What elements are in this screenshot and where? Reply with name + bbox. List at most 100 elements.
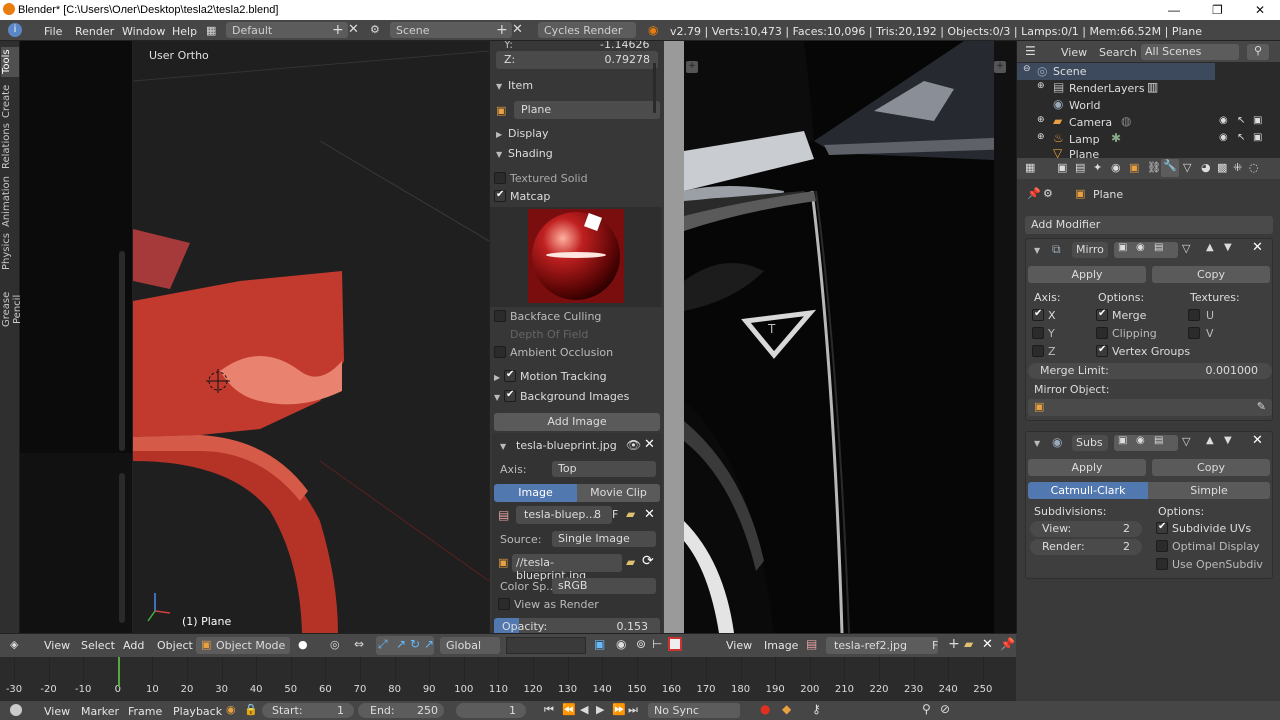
textured-solid-checkbox[interactable] xyxy=(494,172,506,184)
rotate-manipulator-icon[interactable]: ↻ xyxy=(410,637,420,651)
bg-image-expand-icon[interactable]: ▼ xyxy=(500,442,506,451)
ambient-occlusion-checkbox[interactable] xyxy=(494,346,506,358)
collapse-icon[interactable]: ⊖ xyxy=(1023,64,1031,74)
render-engine-selector[interactable]: Cycles Render xyxy=(538,22,636,38)
world-tab-icon[interactable]: ◉ xyxy=(1111,161,1121,174)
image-datablock-field[interactable]: tesla-bluep... 8 xyxy=(516,506,612,524)
shading-expand-icon[interactable]: ▼ xyxy=(496,150,502,159)
image-editor-icon[interactable] xyxy=(668,637,682,651)
move-up-icon[interactable]: ▲ xyxy=(1206,435,1214,446)
matcap-sphere-preview[interactable] xyxy=(528,209,624,303)
view3d-menu-view[interactable]: View xyxy=(44,639,70,652)
viewport-toggle-icon[interactable]: ◉ xyxy=(1136,435,1145,446)
colorspace-dropdown[interactable]: sRGB xyxy=(552,578,656,594)
view3d-menu-add[interactable]: Add xyxy=(123,639,144,652)
outliner-filter-dropdown[interactable]: All Scenes xyxy=(1141,44,1239,60)
motion-tracking-expand-icon[interactable]: ▶ xyxy=(494,373,500,382)
current-frame-field[interactable]: 1 xyxy=(456,703,526,718)
lock-range-icon[interactable]: 🔒 xyxy=(244,703,258,716)
outliner-row-renderlayers[interactable]: ⊕ ▤ RenderLayers ▥ xyxy=(1017,80,1280,97)
menu-help[interactable]: Help xyxy=(172,25,197,38)
remove-layout-icon[interactable]: ✕ xyxy=(348,22,359,37)
record-icon[interactable]: ● xyxy=(760,702,770,716)
unlink-image-icon[interactable]: ✕ xyxy=(982,637,993,652)
background-images-expand-icon[interactable]: ▼ xyxy=(494,393,500,402)
move-down-icon[interactable]: ▼ xyxy=(1224,435,1232,446)
data-tab-icon[interactable]: ▽ xyxy=(1183,161,1191,174)
image-browse-icon[interactable]: ▤ xyxy=(498,508,509,522)
remove-bg-image-icon[interactable]: ✕ xyxy=(644,437,655,452)
proportional-edit-icon[interactable]: ⊚ xyxy=(636,637,646,651)
add-image-button[interactable]: Add Image xyxy=(494,413,660,431)
matcap-checkbox[interactable] xyxy=(494,189,506,202)
viewport-shading-icon[interactable]: ● xyxy=(298,638,308,651)
scene-icon[interactable]: ⚙ xyxy=(370,23,380,36)
source-dropdown[interactable]: Single Image xyxy=(552,531,656,547)
render-layers-tab-icon[interactable]: ▤ xyxy=(1075,161,1085,174)
keyframe-tool-icon[interactable]: ⚲ xyxy=(922,702,931,716)
render-levels-field[interactable]: Render: 2 xyxy=(1030,539,1142,555)
mirror-apply-button[interactable]: Apply xyxy=(1028,266,1146,283)
timeline[interactable]: -30 -20 -10 0 10 20 30 40 50 60 70 80 90 100 110 120 130… xyxy=(0,657,1016,701)
operator-scrollbar[interactable] xyxy=(119,473,125,623)
region-toggle-right-icon[interactable]: + xyxy=(994,61,1006,73)
timeline-menu-frame[interactable]: Frame xyxy=(128,705,162,718)
3d-view-editor-icon[interactable]: ◈ xyxy=(10,638,18,651)
mirror-y-checkbox[interactable] xyxy=(1032,327,1044,339)
end-frame-field[interactable]: End: 250 xyxy=(358,703,444,718)
timeline-menu-marker[interactable]: Marker xyxy=(81,705,119,718)
add-layout-icon[interactable]: + xyxy=(332,22,344,38)
menu-render[interactable]: Render xyxy=(75,25,114,38)
remove-scene-icon[interactable]: ✕ xyxy=(512,22,523,37)
manipulator-toggle-icon[interactable]: ⇔ xyxy=(354,637,364,651)
object-tab-icon[interactable]: ▣ xyxy=(1129,161,1139,174)
outliner-row-lamp[interactable]: ⊕ ♨ Lamp ✱ ◉ ↖ ▣ xyxy=(1017,131,1280,148)
keying-set-icon[interactable]: ◆ xyxy=(782,702,791,716)
orientation-selector[interactable]: Global xyxy=(440,637,500,654)
sync-selector[interactable]: No Sync xyxy=(648,703,740,718)
layer-lock-icon[interactable]: ▣ xyxy=(594,637,605,651)
expand-icon[interactable]: ⊕ xyxy=(1037,115,1045,125)
subsurf-name-field[interactable]: Subs xyxy=(1072,435,1108,451)
close-window-button[interactable]: ✕ xyxy=(1255,3,1265,17)
current-frame-marker[interactable] xyxy=(118,657,120,687)
layer-buttons[interactable] xyxy=(506,637,586,654)
timeline-menu-playback[interactable]: Playback xyxy=(173,705,222,718)
catmull-clark-toggle[interactable]: Catmull-Clark xyxy=(1028,482,1148,499)
outliner-row-camera[interactable]: ⊕ ▰ Camera ◍ ◉ ↖ ▣ xyxy=(1017,114,1280,131)
region-toggle-left-icon[interactable]: + xyxy=(686,61,698,73)
view-levels-field[interactable]: View: 2 xyxy=(1030,521,1142,537)
mirror-z-checkbox[interactable] xyxy=(1032,345,1044,357)
physics-tab-icon[interactable]: ◌ xyxy=(1249,161,1259,174)
mode-selector[interactable]: ▣ Object Mode xyxy=(196,637,290,654)
eyedropper-icon[interactable]: ✎ xyxy=(1257,400,1266,413)
use-opensubdiv-checkbox[interactable] xyxy=(1156,558,1168,570)
jump-start-icon[interactable]: ⏮ xyxy=(544,703,554,717)
move-up-icon[interactable]: ▲ xyxy=(1206,242,1214,253)
texture-tab-icon[interactable]: ▩ xyxy=(1217,161,1227,174)
image-browse-icon[interactable]: ▤ xyxy=(806,637,817,651)
menu-window[interactable]: Window xyxy=(122,25,165,38)
unlink-image-icon[interactable]: ✕ xyxy=(644,507,655,522)
layout-selector[interactable]: Default xyxy=(226,22,348,38)
preview-range-icon[interactable]: ◉ xyxy=(226,703,236,716)
view-as-render-checkbox[interactable] xyxy=(498,598,510,610)
minimize-button[interactable]: — xyxy=(1168,3,1180,17)
timeline-menu-view[interactable]: View xyxy=(44,705,70,718)
add-scene-icon[interactable]: + xyxy=(496,22,508,38)
display-expand-icon[interactable]: ▶ xyxy=(496,130,502,139)
eye-icon[interactable]: 👁 xyxy=(626,438,641,452)
opacity-slider[interactable]: Opacity: 0.153 xyxy=(494,618,660,633)
timeline-editor-icon[interactable] xyxy=(10,704,22,716)
info-editor-icon[interactable]: i xyxy=(8,23,22,37)
tab-relations[interactable]: Relations xyxy=(1,123,19,169)
render-preview-icon[interactable]: ◉ xyxy=(616,637,626,651)
filepath-browse-icon[interactable]: ▰ xyxy=(626,555,635,569)
remove-mirror-icon[interactable]: ✕ xyxy=(1252,240,1263,255)
subsurf-copy-button[interactable]: Copy xyxy=(1152,459,1270,476)
scene-tab-icon[interactable]: ✦ xyxy=(1093,161,1102,174)
view3d-menu-select[interactable]: Select xyxy=(81,639,115,652)
object-name-field[interactable]: Plane xyxy=(514,101,660,119)
background-images-checkbox[interactable] xyxy=(504,389,516,402)
properties-editor-icon[interactable]: ▦ xyxy=(1025,161,1035,174)
